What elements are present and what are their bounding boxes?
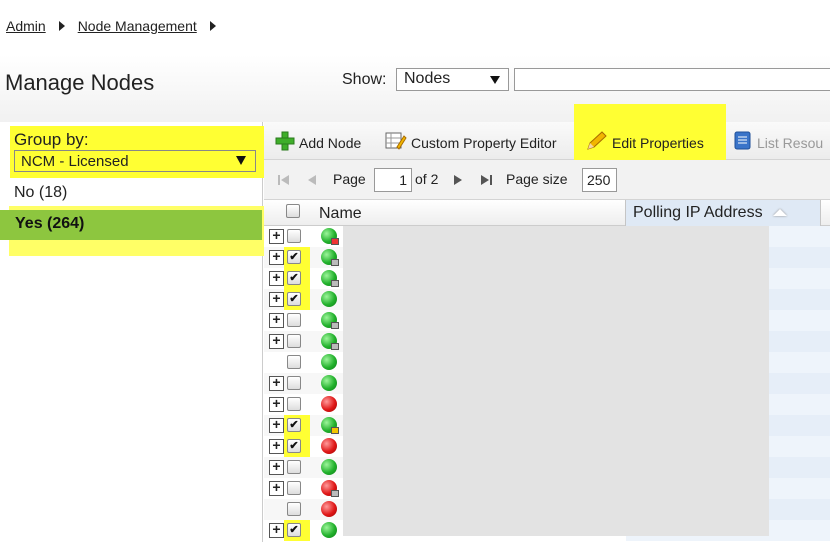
list-resources-label: List Resou	[757, 134, 824, 151]
status-up-icon	[321, 522, 337, 538]
page-title: Manage Nodes	[5, 70, 155, 95]
first-page-icon[interactable]	[277, 173, 291, 192]
expand-icon[interactable]: +	[269, 459, 284, 475]
expand-icon[interactable]: +	[269, 333, 284, 349]
status-up-icon	[321, 459, 337, 475]
expand-icon[interactable]: +	[269, 228, 284, 244]
column-header-polling-ip-label: Polling IP Address	[633, 204, 763, 221]
row-checkbox[interactable]	[287, 397, 301, 411]
show-label: Show:	[342, 71, 387, 88]
add-node-label: Add Node	[299, 134, 362, 151]
group-item-no[interactable]: No (18)	[0, 180, 262, 208]
row-checkbox[interactable]: ✔	[287, 271, 301, 285]
expand-icon[interactable]: +	[269, 438, 284, 454]
row-checkbox[interactable]	[287, 313, 301, 327]
breadcrumb-arrow-icon	[209, 21, 216, 31]
column-header-name[interactable]: Name	[319, 205, 362, 223]
edit-properties-button[interactable]: Edit Properties	[586, 131, 704, 154]
row-checkbox[interactable]: ✔	[287, 418, 301, 432]
breadcrumb-node-management-link[interactable]: Node Management	[78, 18, 197, 34]
group-by-panel: Group by: NCM - Licensed No (18) Yes (26…	[0, 122, 269, 542]
group-by-select-value: NCM - Licensed	[21, 153, 129, 170]
expand-icon[interactable]: +	[269, 480, 284, 496]
status-badge-icon	[331, 322, 339, 329]
breadcrumb-admin-link[interactable]: Admin	[6, 18, 46, 34]
status-up-icon	[321, 354, 337, 370]
sort-ascending-icon	[773, 209, 788, 217]
next-page-icon[interactable]	[452, 173, 464, 192]
row-checkbox[interactable]	[287, 502, 301, 516]
expand-icon[interactable]: +	[269, 270, 284, 286]
breadcrumb: Admin Node Management	[6, 18, 229, 34]
status-down-icon	[321, 396, 337, 412]
chevron-down-icon	[490, 76, 500, 84]
pencil-icon	[586, 131, 608, 154]
status-up-icon	[321, 291, 337, 307]
expand-icon[interactable]: +	[269, 249, 284, 265]
status-down-icon	[321, 501, 337, 517]
page-label: Page	[333, 171, 366, 187]
group-yes-edge	[0, 210, 10, 240]
page-number-input[interactable]: 1	[374, 168, 412, 192]
group-by-label: Group by:	[14, 130, 89, 149]
status-up-icon	[321, 375, 337, 391]
page-size-label: Page size	[506, 171, 568, 187]
status-badge-icon	[331, 280, 339, 287]
row-checkbox[interactable]	[287, 376, 301, 390]
redacted-content	[343, 226, 769, 536]
row-checkbox[interactable]	[287, 229, 301, 243]
row-checkbox[interactable]: ✔	[287, 250, 301, 264]
expand-icon[interactable]: +	[269, 291, 284, 307]
add-node-button[interactable]: Add Node	[275, 131, 361, 154]
expand-icon[interactable]: +	[269, 396, 284, 412]
show-select-value: Nodes	[404, 70, 451, 87]
custom-property-editor-button[interactable]: Custom Property Editor	[385, 131, 557, 154]
expand-icon[interactable]: +	[269, 312, 284, 328]
row-checkbox[interactable]	[287, 334, 301, 348]
select-all-checkbox[interactable]	[286, 204, 300, 218]
row-checkbox[interactable]: ✔	[287, 292, 301, 306]
row-checkbox[interactable]: ✔	[287, 439, 301, 453]
row-checkbox[interactable]	[287, 460, 301, 474]
last-page-icon[interactable]	[480, 173, 494, 192]
page-size-input[interactable]: 250	[582, 168, 617, 192]
status-badge-icon	[331, 427, 339, 434]
previous-page-icon[interactable]	[306, 173, 318, 192]
expand-icon[interactable]: +	[269, 375, 284, 391]
expand-icon[interactable]: +	[269, 522, 284, 538]
edit-properties-label: Edit Properties	[612, 134, 704, 151]
chevron-down-icon	[236, 156, 246, 165]
status-down-icon	[321, 438, 337, 454]
table-edit-icon	[385, 131, 407, 154]
status-badge-icon	[331, 490, 339, 497]
list-icon	[733, 131, 753, 154]
group-item-yes[interactable]: Yes (264)	[10, 210, 262, 240]
group-by-select[interactable]: NCM - Licensed	[14, 150, 256, 172]
search-input[interactable]	[514, 68, 830, 91]
custom-property-editor-label: Custom Property Editor	[411, 134, 557, 151]
list-resources-button[interactable]: List Resou	[733, 131, 823, 154]
column-header-polling-ip[interactable]: Polling IP Address	[625, 200, 821, 226]
expand-icon[interactable]: +	[269, 417, 284, 433]
status-badge-icon	[331, 238, 339, 245]
page-count-label: of 2	[415, 171, 439, 187]
breadcrumb-arrow-icon	[58, 21, 65, 31]
row-checkbox[interactable]	[287, 355, 301, 369]
status-badge-icon	[331, 343, 339, 350]
row-checkbox[interactable]: ✔	[287, 523, 301, 537]
row-checkbox[interactable]	[287, 481, 301, 495]
plus-icon	[275, 131, 295, 154]
status-badge-icon	[331, 259, 339, 266]
show-select[interactable]: Nodes	[396, 68, 509, 91]
manage-nodes-page: Admin Node Management Manage Nodes Show:…	[0, 0, 830, 542]
